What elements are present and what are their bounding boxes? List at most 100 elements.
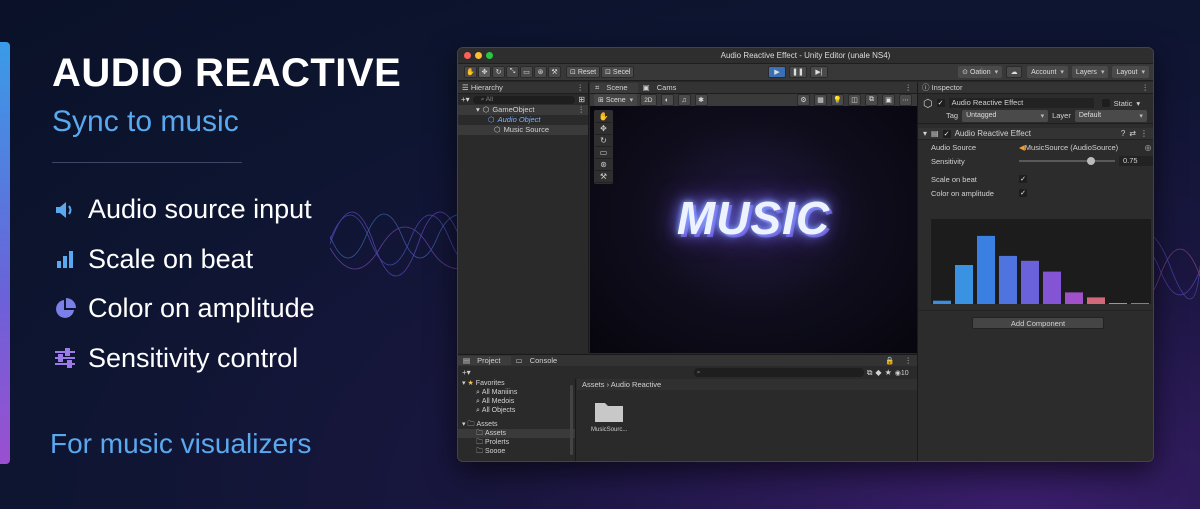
static-checkbox[interactable] — [1101, 99, 1110, 107]
color-on-amplitude-checkbox[interactable]: ✓ — [1019, 189, 1027, 197]
close-window-button[interactable] — [464, 52, 471, 59]
favorites-item[interactable]: ⌕ All Maniiins — [458, 388, 575, 397]
secel-button[interactable]: ⊡ Secel — [601, 66, 635, 78]
assets-root-folder[interactable]: ▾ 🗀 Assets — [458, 420, 575, 429]
help-icon[interactable]: ? — [1121, 129, 1125, 138]
filter-type-icon[interactable]: ⧉ — [867, 368, 873, 378]
asset-folder-tile[interactable]: MusicSourc... — [591, 399, 627, 433]
rect-tool-icon[interactable]: ▭ — [595, 147, 612, 159]
inspector-tab[interactable]: ⓘ Inspector ⋮ — [918, 82, 1153, 94]
hand-tool-icon[interactable]: ✋ — [595, 111, 612, 123]
rotate-tool-icon[interactable]: ↻ — [595, 135, 612, 147]
slider-handle[interactable] — [1087, 157, 1095, 165]
scene-mode-dropdown[interactable]: ⊞ Scene — [594, 94, 638, 106]
scale-on-beat-checkbox[interactable]: ✓ — [1019, 175, 1027, 183]
object-active-checkbox[interactable]: ✓ — [936, 99, 945, 107]
favorites-folder[interactable]: ▾ ★ Favorites — [458, 379, 575, 388]
play-button[interactable]: ▶ — [768, 66, 786, 78]
tab-scene[interactable]: ⌗ Scene — [590, 82, 638, 93]
tab-console[interactable]: ▭ Console — [511, 356, 568, 365]
item-menu-icon[interactable]: ⋮ — [578, 105, 589, 115]
2d-toggle[interactable]: 2D — [640, 94, 657, 106]
render-icon[interactable]: ◫ — [848, 94, 861, 106]
audio-toggle-icon[interactable]: ♫ — [677, 94, 691, 106]
options-dropdown[interactable]: ⊙ Oation — [958, 66, 1003, 78]
gizmos-icon[interactable]: ⚙ — [797, 94, 810, 106]
add-icon[interactable]: +▾ — [462, 368, 471, 377]
move-tool-icon[interactable]: ✥ — [595, 123, 612, 135]
effects-toggle-icon[interactable]: ✱ — [694, 94, 708, 106]
tab-cams[interactable]: ▣ Cams — [638, 83, 687, 92]
hierarchy-item[interactable]: ▾ ⬡ GameObject ⋮ — [458, 105, 588, 115]
scene-viewport[interactable]: ✋ ✥ ↻ ▭ ⊛ ⚒ MUSIC — [590, 106, 917, 353]
audio-source-field[interactable]: MusicSource (AudioSource) — [1025, 143, 1145, 152]
project-search-input[interactable]: ⌕ — [693, 368, 864, 377]
hierarchy-item[interactable]: ⬡ Music Source — [458, 125, 588, 135]
object-picker-icon[interactable]: ◎ — [1145, 143, 1152, 152]
search-placeholder: All — [485, 95, 494, 103]
custom-tool-button[interactable]: ⚒ — [548, 66, 561, 78]
music-text-object[interactable]: MUSIC — [590, 191, 917, 245]
account-dropdown[interactable]: Account — [1027, 66, 1068, 78]
filter-label-icon[interactable]: ◆ — [875, 368, 881, 377]
panel-menu-icon[interactable]: ⋮ — [900, 83, 918, 92]
star-filter-icon[interactable]: ★ — [885, 368, 892, 377]
custom-tool-icon[interactable]: ⚒ — [595, 171, 612, 183]
panel-menu-icon[interactable]: ⋮ — [1142, 83, 1150, 92]
scrollbar[interactable] — [570, 385, 573, 455]
folder-item[interactable]: 🗀 Assets — [458, 429, 575, 438]
folder-item[interactable]: 🗀 Soooe — [458, 447, 575, 456]
static-label: Static — [1113, 98, 1133, 108]
add-icon[interactable]: +▾ — [461, 95, 470, 104]
panel-menu-icon[interactable]: ⋮ — [577, 83, 585, 92]
favorites-item[interactable]: ⌕ All Medois — [458, 397, 575, 406]
sensitivity-slider[interactable] — [1019, 157, 1115, 165]
search-options-icon[interactable]: ⊞ — [578, 95, 585, 104]
layer-dropdown[interactable]: Default — [1074, 109, 1147, 122]
layout-dropdown[interactable]: Layout — [1112, 66, 1149, 78]
object-name-field[interactable]: Audio Reactive Effect — [948, 98, 1094, 108]
light-bulb-icon[interactable]: 💡 — [831, 94, 844, 106]
lock-icon[interactable]: 🔒 — [880, 356, 899, 365]
panel-menu-icon[interactable]: ⋮ — [900, 356, 918, 365]
scale-on-beat-label: Scale on beat — [931, 174, 977, 184]
add-component-button[interactable]: Add Component — [972, 317, 1104, 329]
gizmo-settings-icon[interactable]: ⋯ — [899, 94, 912, 106]
move-tool-button[interactable]: ✥ — [478, 66, 491, 78]
component-enabled-checkbox[interactable]: ✓ — [942, 129, 951, 138]
rotate-tool-button[interactable]: ↻ — [492, 66, 505, 78]
component-menu-icon[interactable]: ⋮ — [1140, 129, 1148, 138]
transform-tool-icon[interactable]: ⊛ — [595, 159, 612, 171]
breadcrumb[interactable]: Assets › Audio Reactive — [577, 379, 917, 390]
cloud-icon[interactable]: ☁ — [1006, 66, 1023, 78]
component-header[interactable]: ▾ ▤ ✓ Audio Reactive Effect ? ⇄ ⋮ — [918, 128, 1153, 140]
folder-item[interactable]: 🗀 Prolerts — [458, 438, 575, 447]
lighting-toggle-icon[interactable]: ◐ — [660, 94, 674, 106]
step-button[interactable]: ▶| — [810, 66, 828, 78]
tag-dropdown[interactable]: Untagged — [962, 109, 1049, 122]
info-icon: ⓘ — [922, 83, 932, 92]
favorites-item-label: All Medois — [481, 398, 515, 405]
rect-tool-button[interactable]: ▭ — [520, 66, 533, 78]
minimize-window-button[interactable] — [475, 52, 482, 59]
preset-icon[interactable]: ⇄ — [1129, 129, 1136, 138]
visibility-count[interactable]: ◉10 — [895, 369, 909, 377]
tab-project[interactable]: ▤ Project — [458, 356, 511, 365]
static-dropdown-icon[interactable]: ▾ — [1136, 99, 1140, 108]
camera-icon[interactable]: ▣ — [882, 94, 895, 106]
hierarchy-tab[interactable]: ☰ Hierarchy ⋮ — [458, 82, 588, 94]
favorites-item[interactable]: ⌕ All Objects — [458, 406, 575, 415]
pause-button[interactable]: ❚❚ — [789, 66, 807, 78]
view-3d-icon[interactable]: ⧉ — [865, 94, 878, 106]
folder-icon: 🗀 — [476, 430, 483, 437]
hierarchy-search-input[interactable]: ⌕ All — [472, 95, 576, 104]
sensitivity-value-field[interactable]: 0.75 — [1119, 156, 1153, 166]
transform-tool-button[interactable]: ⊛ — [534, 66, 547, 78]
hand-tool-button[interactable]: ✋ — [464, 66, 477, 78]
scale-tool-button[interactable]: ⤡ — [506, 66, 519, 78]
maximize-window-button[interactable] — [486, 52, 493, 59]
layers-dropdown[interactable]: Layers — [1071, 66, 1109, 78]
reset-button[interactable]: ⊡ Reset — [566, 66, 601, 78]
grid-toggle-icon[interactable]: ▦ — [814, 94, 827, 106]
hierarchy-item[interactable]: ⬡ Audio Object — [458, 115, 588, 125]
